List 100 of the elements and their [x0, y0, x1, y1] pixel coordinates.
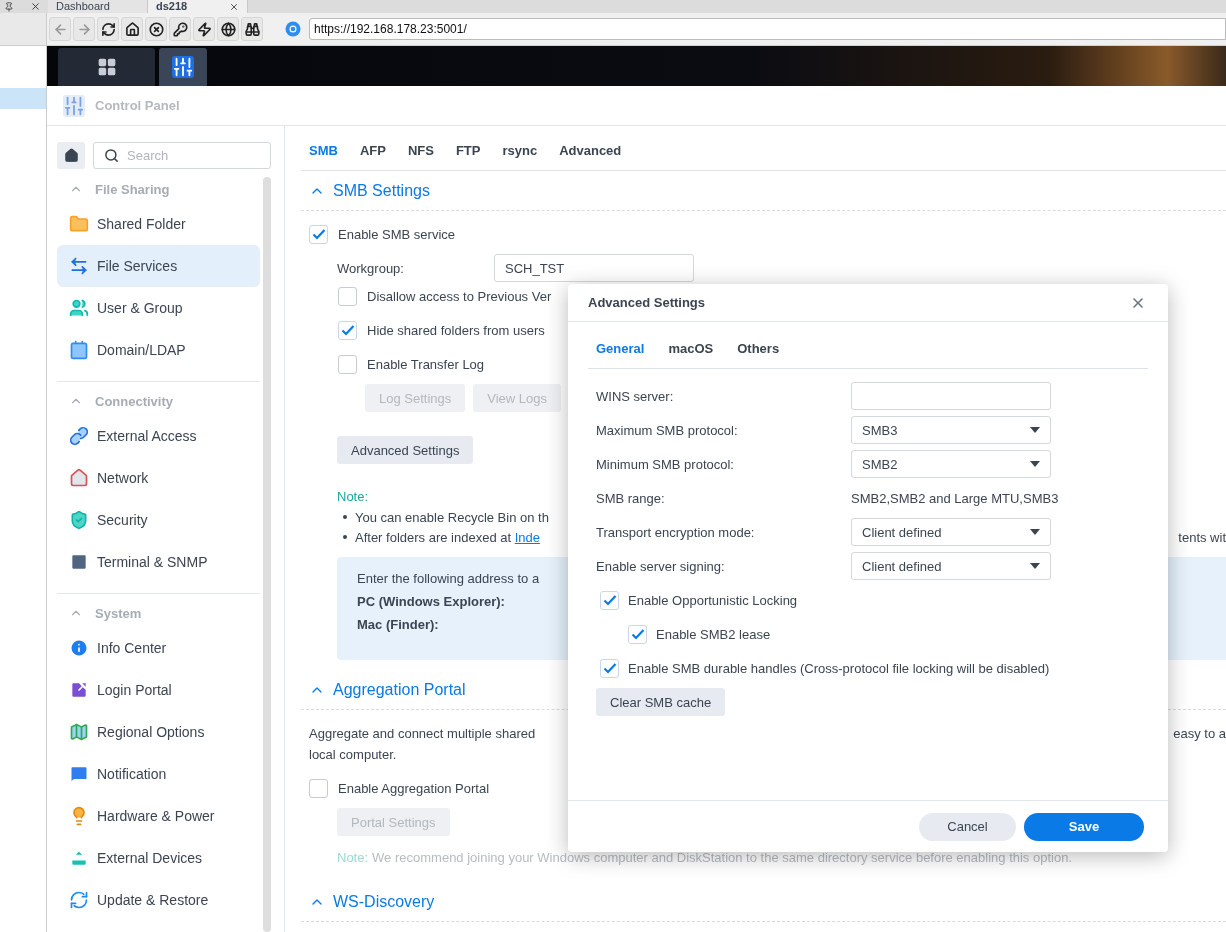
sidebar-item[interactable]: Regional Options [57, 711, 260, 753]
back-icon[interactable] [49, 17, 71, 41]
dropdown[interactable]: Client defined [851, 518, 1051, 546]
binoculars-icon[interactable] [241, 17, 263, 41]
key-icon[interactable] [169, 17, 191, 41]
note-text: After folders are indexed at Inde [355, 529, 540, 545]
checkbox-label[interactable]: Enable Opportunistic Locking [628, 592, 798, 608]
sidebar-item[interactable]: Notification [57, 753, 260, 795]
dropdown[interactable]: SMB2 [851, 450, 1051, 478]
sidebar-item[interactable]: Hardware & Power [57, 795, 260, 837]
tab[interactable]: AFP [359, 143, 386, 170]
description-text: local computer. [309, 746, 397, 762]
taskbar-button[interactable] [58, 48, 155, 86]
bullet [343, 535, 347, 539]
tab[interactable]: FTP [455, 143, 481, 170]
tab[interactable]: Others [737, 341, 780, 368]
info-text: Enter the following address to a [357, 571, 540, 586]
checkbox[interactable] [628, 624, 647, 644]
folder-icon [69, 214, 89, 234]
bullet [343, 515, 347, 519]
field-label: Maximum SMB protocol: [596, 422, 739, 438]
caret-down-icon [1030, 461, 1040, 467]
search-icon [104, 148, 119, 163]
field-label: Enable server signing: [596, 558, 726, 574]
button[interactable]: Save [1024, 812, 1144, 841]
checkbox[interactable] [309, 224, 328, 244]
checkbox-label[interactable]: Enable Transfer Log [367, 356, 485, 372]
field-label: Transport encryption mode: [596, 524, 756, 540]
sync-icon [69, 890, 89, 910]
checkbox[interactable] [338, 354, 357, 374]
grid-icon [96, 57, 117, 77]
section-title: Aggregation Portal [333, 680, 466, 699]
field-label: WINS server: [596, 388, 675, 404]
sidebar-item[interactable]: Terminal & SNMP [57, 541, 260, 583]
input-field[interactable] [851, 382, 1051, 410]
window-title: Control Panel [95, 98, 180, 113]
workgroup-field[interactable]: SCH_TST [494, 254, 694, 282]
sidebar-item[interactable]: External Access [57, 415, 260, 457]
info-icon [69, 638, 89, 658]
selected-row [0, 88, 46, 109]
sidebar-item[interactable]: External Devices [57, 837, 260, 879]
browser-logo-icon [285, 21, 301, 37]
checkbox-label[interactable]: Hide shared folders from users [367, 322, 545, 338]
sidebar-item[interactable]: Login Portal [57, 669, 260, 711]
field-label: Minimum SMB protocol: [596, 456, 735, 472]
section-title: SMB Settings [333, 181, 430, 200]
advanced-settings-button[interactable]: Advanced Settings [337, 436, 474, 464]
tab[interactable]: macOS [668, 341, 714, 368]
taskbar-button[interactable] [159, 48, 207, 86]
stop-icon[interactable] [145, 17, 167, 41]
pin-icon[interactable] [4, 1, 14, 12]
sidebar-item[interactable]: Domain/LDAP [57, 329, 260, 371]
checkbox-label[interactable]: Enable SMB2 lease [656, 626, 771, 642]
link-icon [69, 426, 89, 446]
address-label: Mac (Finder): [357, 617, 439, 632]
link[interactable]: Inde [514, 529, 540, 545]
tab[interactable]: SMB [309, 143, 338, 170]
browser-tab[interactable]: Dashboard [48, 0, 148, 13]
sidebar-item[interactable]: Security [57, 499, 260, 541]
caret-down-icon [1030, 427, 1040, 433]
close-icon[interactable] [30, 1, 41, 12]
checkbox-label[interactable]: Disallow access to Previous Ver [367, 288, 552, 304]
checkbox-label[interactable]: Enable SMB durable handles (Cross-protocol file locking will be disabled) [628, 660, 1050, 676]
dropdown[interactable]: SMB3 [851, 416, 1051, 444]
checkbox[interactable] [600, 590, 619, 610]
house-icon [69, 468, 89, 488]
sidebar-item[interactable]: Shared Folder [57, 203, 260, 245]
globe-icon[interactable] [217, 17, 239, 41]
users-icon [69, 298, 89, 318]
browser-tab[interactable]: ds218 [148, 0, 248, 13]
sidebar-item[interactable]: User & Group [57, 287, 260, 329]
map-icon [69, 722, 89, 742]
tab[interactable]: General [596, 341, 645, 368]
checkbox[interactable] [309, 778, 328, 798]
url-field[interactable]: https://192.168.178.23:5001/ [309, 18, 1226, 40]
close-icon[interactable] [229, 1, 239, 12]
checkbox[interactable] [338, 320, 357, 340]
sidebar-item[interactable]: Info Center [57, 627, 260, 669]
checkbox-label[interactable]: Enable SMB service [338, 226, 456, 242]
tab[interactable]: NFS [407, 143, 434, 170]
note-label: Note: [337, 488, 369, 504]
checkbox-label[interactable]: Enable Aggregation Portal [338, 780, 490, 796]
sidebar-item[interactable]: Network [57, 457, 260, 499]
dropdown[interactable]: Client defined [851, 552, 1051, 580]
shield-icon [69, 510, 89, 530]
tab[interactable]: rsync [502, 143, 538, 170]
tab[interactable]: Advanced [559, 143, 622, 170]
checkbox[interactable] [600, 658, 619, 678]
dialog-title: Advanced Settings [588, 295, 706, 310]
note-text: tents wit [1178, 529, 1226, 545]
home-button[interactable] [57, 142, 85, 169]
chat-icon [69, 764, 89, 784]
refresh-icon[interactable] [97, 17, 119, 41]
home-icon[interactable] [121, 17, 143, 41]
bolt-icon[interactable] [193, 17, 215, 41]
button[interactable]: Cancel [919, 812, 1016, 841]
clear-cache-button[interactable]: Clear SMB cache [596, 688, 726, 716]
sidebar-item[interactable]: File Services [57, 245, 260, 287]
sidebar-item[interactable]: Update & Restore [57, 879, 260, 921]
checkbox[interactable] [338, 286, 357, 306]
